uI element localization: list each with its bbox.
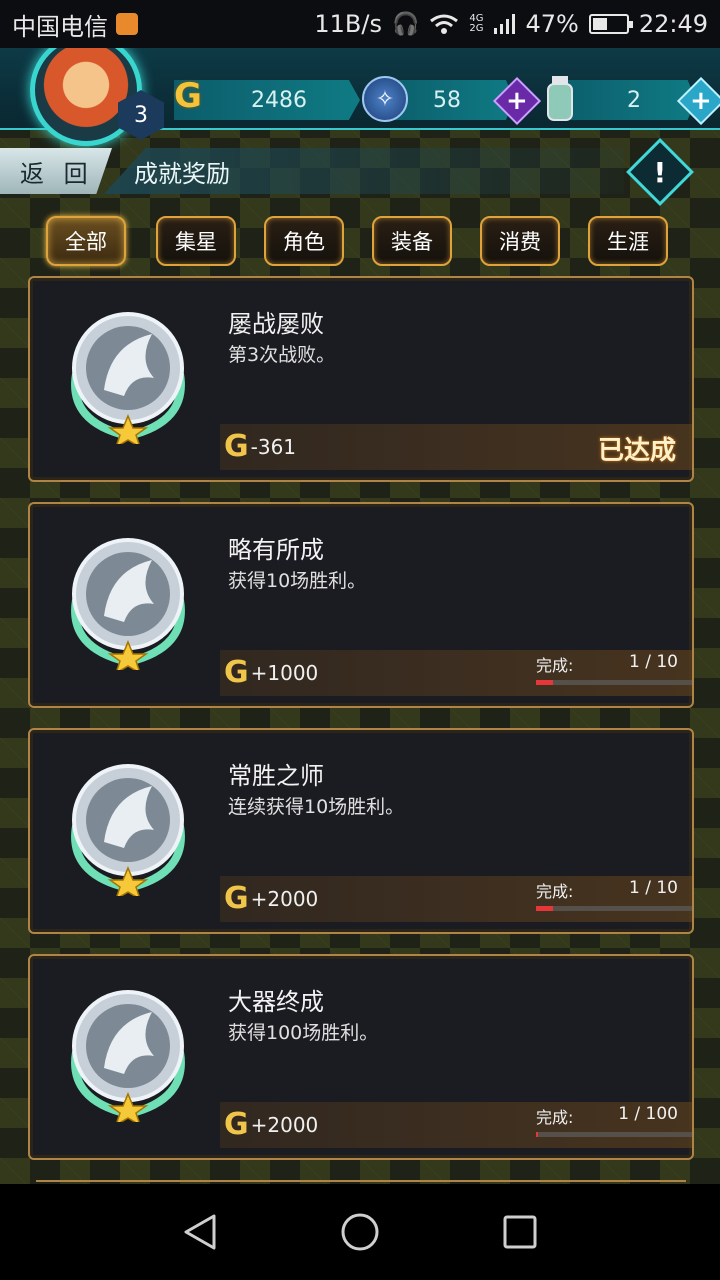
- progress-count: 1 / 10: [629, 878, 678, 898]
- signal-icon: [494, 14, 516, 34]
- tab-stars[interactable]: 集星: [156, 216, 236, 266]
- reward-amount: +1000: [250, 661, 319, 685]
- reward-amount: +2000: [250, 1113, 319, 1137]
- progress-label: 完成:: [536, 656, 574, 675]
- home-circle-icon[interactable]: [338, 1210, 382, 1254]
- gold-amount: 2486: [251, 87, 307, 113]
- achievement-description: 获得100场胜利。: [228, 1022, 379, 1044]
- battery-icon: [588, 14, 633, 34]
- achievement-card[interactable]: 略有所成 获得10场胜利。 G +1000 完成: 1 / 10: [28, 502, 694, 708]
- tab-spending[interactable]: 消费: [480, 216, 560, 266]
- achievement-title: 常胜之师: [228, 762, 324, 790]
- net-speed: 11B/s: [314, 10, 382, 38]
- achievement-card[interactable]: 屡战屡败 第3次战败。 G -361 已达成: [28, 276, 694, 482]
- progress-label: 完成:: [536, 882, 574, 901]
- battery-percent: 47%: [525, 10, 579, 38]
- wifi-icon: [430, 14, 459, 34]
- achievement-reward: G +2000: [224, 884, 318, 914]
- achievement-footer: G -361 已达成: [220, 424, 692, 470]
- title-bar: 成就奖励 返 回 !: [0, 138, 720, 206]
- reward-amount: -361: [250, 435, 297, 459]
- info-icon[interactable]: !: [626, 138, 694, 206]
- page-title: 成就奖励: [104, 148, 624, 194]
- progress-fill: [536, 680, 553, 685]
- achievement-description: 获得10场胜利。: [228, 570, 367, 592]
- achievement-card[interactable]: 常胜之师 连续获得10场胜利。 G +2000 完成: 1 / 10: [28, 728, 694, 934]
- crystal-icon: ✧: [362, 76, 408, 122]
- headphones-icon: 🎧: [391, 11, 420, 37]
- player-level: 3: [134, 102, 148, 128]
- progress-bar: [536, 680, 692, 685]
- reward-amount: +2000: [250, 887, 319, 911]
- achievement-description: 连续获得10场胜利。: [228, 796, 405, 818]
- currency-bar: 3 2486 G 58 ✧ + 2 +: [0, 48, 720, 146]
- gold-coin-icon: G: [224, 429, 249, 464]
- tab-career[interactable]: 生涯: [588, 216, 668, 266]
- gold-coin-icon: G: [224, 655, 249, 690]
- gold-coin-icon: G: [224, 881, 249, 916]
- back-button[interactable]: 返 回: [0, 148, 112, 194]
- achievement-card[interactable]: 大器终成 获得100场胜利。 G +2000 完成: 1 / 100: [28, 954, 694, 1160]
- progress-count: 1 / 10: [629, 652, 678, 672]
- network-type-bottom: 2G: [469, 23, 484, 34]
- system-navigation-bar: [0, 1184, 720, 1280]
- achievement-description: 第3次战败。: [228, 344, 336, 366]
- progress-fill: [536, 906, 553, 911]
- progress-count: 1 / 100: [618, 1104, 678, 1124]
- silver-dragon-medal-icon: [71, 764, 185, 896]
- progress-fill: [536, 1132, 539, 1137]
- achievement-footer: G +1000 完成: 1 / 10: [220, 650, 692, 696]
- achieved-status: 已达成: [597, 436, 676, 466]
- progress-label: 完成:: [536, 1108, 574, 1127]
- stamina-amount: 2: [627, 87, 641, 113]
- progress-bar: [536, 1132, 692, 1137]
- gold-coin-icon: G: [174, 76, 202, 116]
- achievement-title: 略有所成: [228, 536, 324, 564]
- tab-characters[interactable]: 角色: [264, 216, 344, 266]
- carrier-label: 中国电信: [12, 12, 108, 41]
- gold-coin-icon: G: [224, 1107, 249, 1142]
- app-notification-icon: [116, 13, 138, 35]
- potion-icon: [547, 76, 573, 121]
- achievement-footer: G +2000 完成: 1 / 100: [220, 1102, 692, 1148]
- silver-dragon-medal-icon: [71, 990, 185, 1122]
- silver-dragon-medal-icon: [71, 312, 185, 444]
- achievement-title: 屡战屡败: [228, 310, 324, 338]
- achievement-title: 大器终成: [228, 988, 324, 1016]
- achievement-reward: G +1000: [224, 658, 318, 688]
- crystal-amount: 58: [433, 87, 461, 113]
- achievement-reward: G +2000: [224, 1110, 318, 1140]
- silver-dragon-medal-icon: [71, 538, 185, 670]
- achievement-footer: G +2000 完成: 1 / 10: [220, 876, 692, 922]
- progress-bar: [536, 906, 692, 911]
- recents-square-icon[interactable]: [498, 1210, 542, 1254]
- clock: 22:49: [638, 10, 708, 38]
- back-triangle-icon[interactable]: [178, 1210, 222, 1254]
- network-type: 4G 2G: [469, 14, 483, 34]
- status-bar: 中国电信 11B/s 🎧 4G 2G 47% 22:49: [0, 0, 720, 48]
- tab-equipment[interactable]: 装备: [372, 216, 452, 266]
- tab-all[interactable]: 全部: [46, 216, 126, 266]
- achievement-reward: G -361: [224, 432, 296, 462]
- category-tabs: 全部 集星 角色 装备 消费 生涯: [46, 216, 676, 268]
- game-screen: 3 2486 G 58 ✧ + 2 + 成就奖励 返 回 ! 全部 集星 角色 …: [0, 48, 720, 1184]
